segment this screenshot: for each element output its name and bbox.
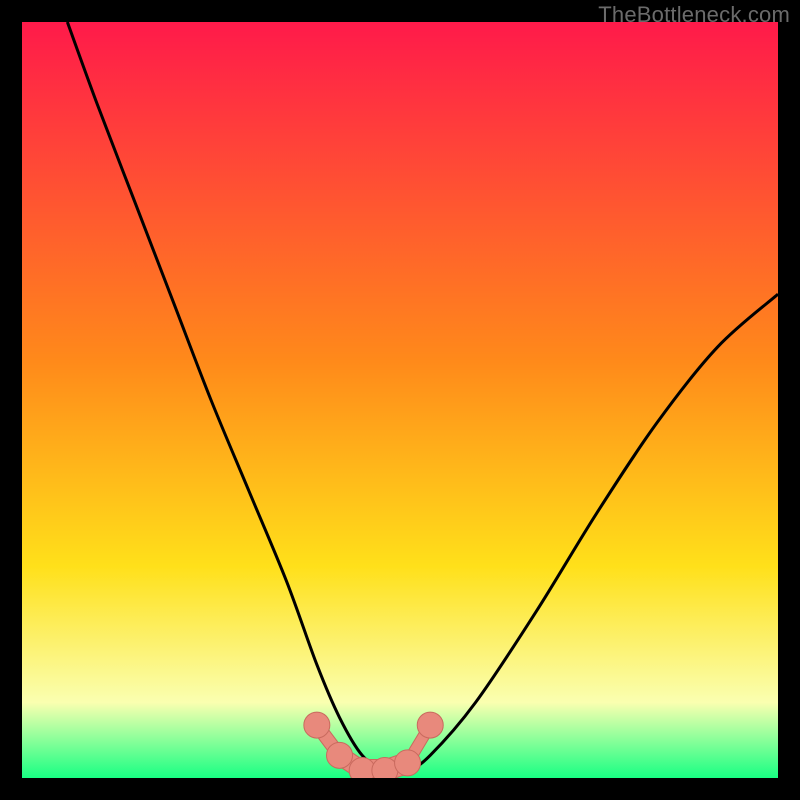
marker-dot [417,712,443,738]
marker-dot [327,742,353,768]
bottleneck-chart [22,22,778,778]
marker-dot [395,750,421,776]
marker-dot [372,757,398,778]
gradient-background [22,22,778,778]
marker-dot [349,757,375,778]
chart-frame: TheBottleneck.com [0,0,800,800]
marker-dot [304,712,330,738]
